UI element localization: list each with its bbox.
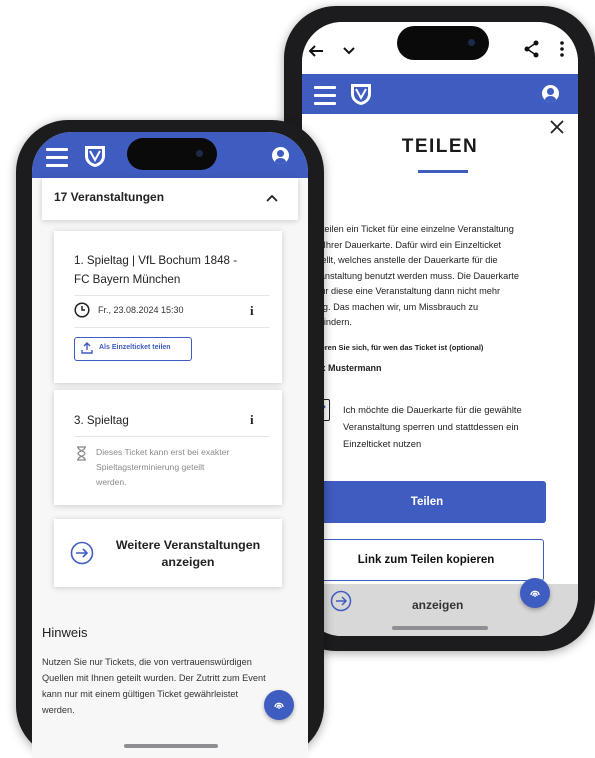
right-phone-frame: TEILEN Sie teilen ein Ticket für eine ei… xyxy=(284,6,595,651)
event-note: Dieses Ticket kann erst bei exakter Spie… xyxy=(96,447,230,487)
app-bar xyxy=(302,74,578,114)
dynamic-island xyxy=(397,26,489,60)
share-dialog: TEILEN Sie teilen ein Ticket für eine ei… xyxy=(302,114,578,584)
hamburger-menu-icon[interactable] xyxy=(314,86,336,105)
back-arrow-icon[interactable] xyxy=(308,44,324,58)
events-accordion-header[interactable]: 17 Veranstaltungen xyxy=(42,178,298,220)
right-phone-screen: TEILEN Sie teilen ein Ticket für eine ei… xyxy=(302,22,578,636)
more-events-label: Weitere Veranstaltungen anzeigen xyxy=(115,538,261,569)
close-icon[interactable] xyxy=(550,120,564,134)
hourglass-icon xyxy=(77,446,86,461)
event-title: 1. Spieltag | VfL Bochum 1848 - FC Bayer… xyxy=(74,254,238,286)
hamburger-menu-icon[interactable] xyxy=(46,148,68,167)
arrow-right-circle-icon xyxy=(330,590,352,612)
fingerprint-button[interactable] xyxy=(264,690,294,720)
event-card-2: 3. Spieltag i Dieses Ticket kann erst be… xyxy=(54,390,282,505)
chevron-up-icon[interactable] xyxy=(266,194,278,202)
more-events-button[interactable]: Weitere Veranstaltungen anzeigen xyxy=(54,519,282,587)
fingerprint-button[interactable] xyxy=(520,578,550,608)
divider xyxy=(74,436,270,437)
share-upload-icon xyxy=(81,342,93,354)
dynamic-island xyxy=(127,138,217,170)
title-underline xyxy=(418,170,468,173)
left-phone-screen: 17 Veranstaltungen 1. Spieltag | VfL Boc… xyxy=(32,132,308,758)
note-label: Notieren Sie sich, für wen das Ticket is… xyxy=(306,343,484,352)
user-profile-icon[interactable] xyxy=(272,147,289,164)
share-submit-label: Teilen xyxy=(410,496,444,508)
home-indicator xyxy=(392,626,488,630)
share-icon[interactable] xyxy=(524,40,540,58)
behind-text: anzeigen xyxy=(412,598,464,612)
club-crest-logo[interactable] xyxy=(84,144,106,168)
fingerprint-icon xyxy=(274,702,284,709)
more-vertical-icon[interactable] xyxy=(560,41,564,57)
share-single-ticket-label: Als Einzelticket teilen xyxy=(99,344,171,351)
event-card-1: 1. Spieltag | VfL Bochum 1848 - FC Bayer… xyxy=(54,231,282,383)
copy-link-button[interactable]: Link zum Teilen kopieren xyxy=(308,539,544,581)
divider xyxy=(74,327,270,328)
arrow-right-circle-icon xyxy=(70,541,94,565)
home-indicator xyxy=(124,744,218,748)
checkbox-label: Ich möchte die Dauerkarte für die gewähl… xyxy=(343,404,522,449)
left-phone-frame: 17 Veranstaltungen 1. Spieltag | VfL Boc… xyxy=(16,120,324,758)
event-title: 3. Spieltag xyxy=(74,414,129,427)
clock-icon xyxy=(74,302,90,318)
info-icon[interactable]: i xyxy=(250,412,254,428)
fingerprint-icon xyxy=(530,590,540,597)
dialog-title: TEILEN xyxy=(401,136,479,157)
share-single-ticket-button[interactable]: Als Einzelticket teilen xyxy=(74,337,192,361)
hint-title: Hinweis xyxy=(42,625,88,640)
share-submit-button[interactable]: Teilen xyxy=(308,481,546,523)
events-count: 17 Veranstaltungen xyxy=(54,190,165,204)
copy-link-label: Link zum Teilen kopieren xyxy=(357,554,495,566)
dialog-body-text: Sie teilen ein Ticket für eine einzelne … xyxy=(306,224,519,327)
divider xyxy=(74,295,270,296)
club-crest-logo[interactable] xyxy=(350,82,372,106)
event-datetime: Fr., 23.08.2024 15:30 xyxy=(98,305,184,315)
user-profile-icon[interactable] xyxy=(542,85,559,102)
info-icon[interactable]: i xyxy=(250,303,254,319)
chevron-down-icon[interactable] xyxy=(342,46,356,56)
